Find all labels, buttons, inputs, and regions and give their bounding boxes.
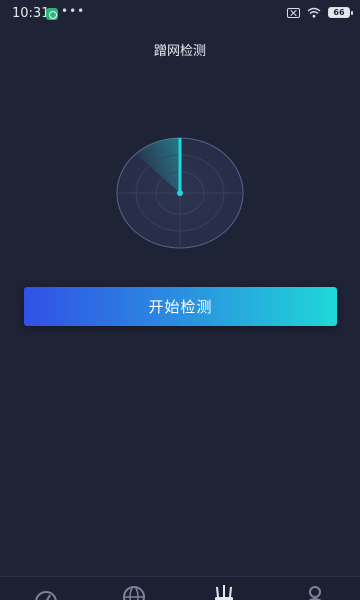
nav-router[interactable]: [212, 585, 236, 600]
screen: 10:31 ••• 66 蹭网检测 开始检测: [0, 0, 360, 600]
nav-speedometer[interactable]: [34, 585, 58, 600]
router-icon: [215, 585, 233, 600]
bottom-nav: [0, 576, 360, 600]
wifi-icon: [307, 7, 321, 18]
status-bar: 10:31 ••• 66: [0, 0, 360, 28]
radar-scanner: [116, 137, 244, 249]
globe-icon: [123, 586, 145, 600]
status-time: 10:31: [12, 6, 50, 21]
nav-globe[interactable]: [122, 585, 146, 600]
battery-icon: 66: [328, 7, 353, 18]
speedometer-icon: [35, 591, 57, 600]
start-detection-button[interactable]: 开始检测: [24, 287, 337, 326]
page-title: 蹭网检测: [153, 44, 206, 59]
nav-profile[interactable]: [303, 585, 327, 600]
status-icons: 66: [287, 7, 353, 18]
shield-icon: [46, 8, 58, 20]
no-sim-icon: [287, 7, 300, 18]
profile-icon: [308, 586, 322, 600]
radar-icon: [116, 137, 244, 249]
more-notifications-icon: •••: [61, 4, 86, 18]
